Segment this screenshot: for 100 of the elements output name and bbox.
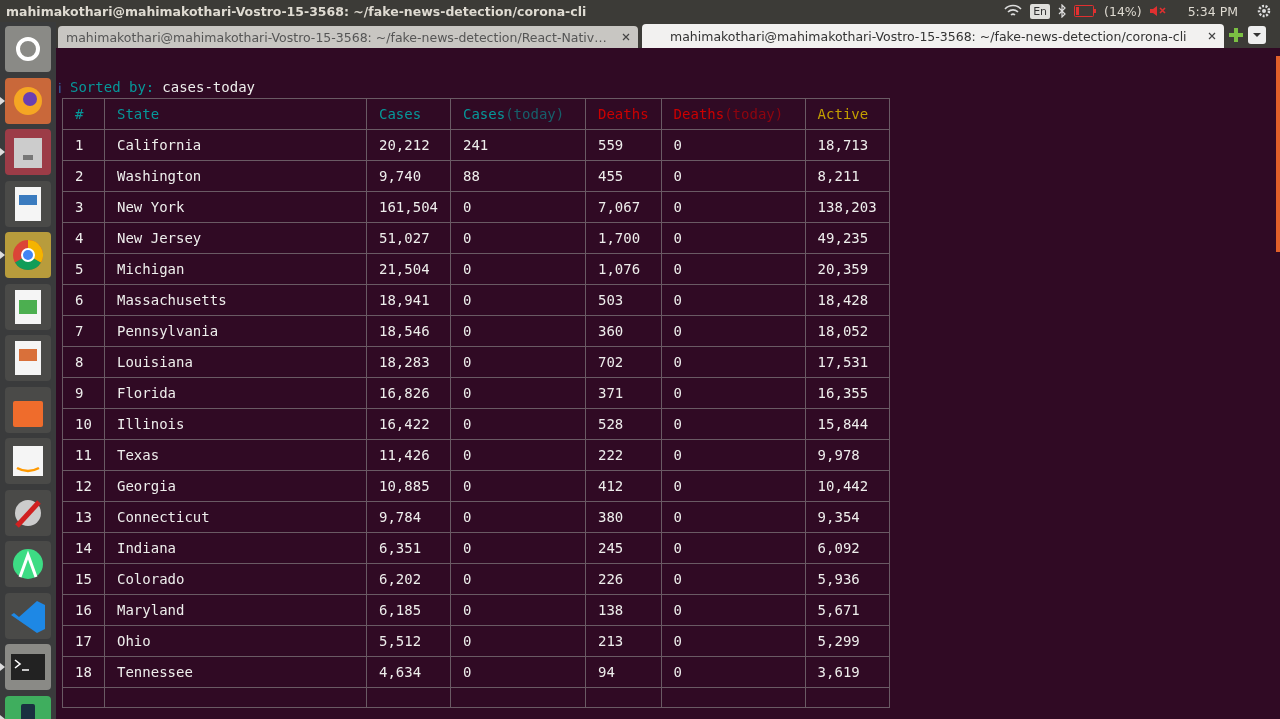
table-cell: 5,936 <box>805 563 890 595</box>
table-cell: 13 <box>62 501 105 533</box>
table-cell: 3 <box>62 191 105 223</box>
table-cell: 6,202 <box>366 563 451 595</box>
table-cell: 0 <box>450 656 586 688</box>
table-cell: Pennsylvania <box>104 315 367 347</box>
dropdown-caret-icon[interactable] <box>1248 26 1266 44</box>
table-cell: 0 <box>661 222 806 254</box>
close-icon[interactable] <box>1208 32 1216 40</box>
table-cell: 0 <box>661 408 806 440</box>
table-cell: Illinois <box>104 408 367 440</box>
table-cell: 5,512 <box>366 625 451 657</box>
column-header: # <box>62 98 105 130</box>
document-icon[interactable] <box>5 180 51 227</box>
table-cell: Massachusetts <box>104 284 367 316</box>
table-cell: 0 <box>661 439 806 471</box>
bluetooth-icon[interactable] <box>1058 4 1067 18</box>
table-cell: 6,185 <box>366 594 451 626</box>
table-cell: 0 <box>450 532 586 564</box>
table-cell: 213 <box>585 625 662 657</box>
table-cell: 0 <box>450 284 586 316</box>
scrollbar-thumb[interactable] <box>1276 56 1280 252</box>
table-cell: 455 <box>585 160 662 192</box>
table-cell: 18,428 <box>805 284 890 316</box>
terminal-tab[interactable]: mahimakothari@mahimakothari-Vostro-15-3568: ~/fake-news-detection/corona-cli <box>642 24 1224 48</box>
table-cell: 245 <box>585 532 662 564</box>
table-cell: California <box>104 129 367 161</box>
table-cell: 161,504 <box>366 191 451 223</box>
table-cell: 9,978 <box>805 439 890 471</box>
file-cabinet-icon[interactable] <box>5 129 51 175</box>
table-cell: 0 <box>661 563 806 595</box>
table-cell: 88 <box>450 160 586 192</box>
table-cell: 0 <box>450 563 586 595</box>
table-cell: 6 <box>62 284 105 316</box>
clock[interactable]: 5:34 PM <box>1187 3 1238 19</box>
close-icon[interactable] <box>622 33 630 41</box>
table-cell: 2 <box>62 160 105 192</box>
table-cell: 9,740 <box>366 160 451 192</box>
column-header: Cases(today) <box>450 98 586 130</box>
table-cell: 18,941 <box>366 284 451 316</box>
table-cell: Florida <box>104 377 367 409</box>
table-cell: 0 <box>661 284 806 316</box>
table-cell: 412 <box>585 470 662 502</box>
table-cell: 3,619 <box>805 656 890 688</box>
table-cell: 20,212 <box>366 129 451 161</box>
terminal-tab[interactable]: mahimakothari@mahimakothari-Vostro-15-3568: ~/fake-news-detection/React-Nativ… <box>58 26 638 48</box>
column-header: Cases <box>366 98 451 130</box>
wifi-icon[interactable] <box>1004 4 1023 18</box>
table-cell: 0 <box>661 532 806 564</box>
table-cell: 16 <box>62 594 105 626</box>
terminal-icon[interactable] <box>5 644 51 690</box>
table-cell: 6,351 <box>366 532 451 564</box>
table-cell: New York <box>104 191 367 223</box>
table-cell: 5 <box>62 253 105 285</box>
table-cell: Maryland <box>104 594 367 626</box>
table-cell: 18,546 <box>366 315 451 347</box>
table-cell: 18 <box>62 656 105 688</box>
table-cell: 0 <box>450 408 586 440</box>
table-cell: 702 <box>585 346 662 378</box>
table-cell: 503 <box>585 284 662 316</box>
table-cell: 1,700 <box>585 222 662 254</box>
table-cell: 49,235 <box>805 222 890 254</box>
table-cell: 11 <box>62 439 105 471</box>
table-cell: 4,634 <box>366 656 451 688</box>
table-cell: 0 <box>661 625 806 657</box>
table-cell: 1 <box>62 129 105 161</box>
table-cell: 0 <box>450 470 586 502</box>
table-cell: 7 <box>62 315 105 347</box>
table-cell: 18,283 <box>366 346 451 378</box>
table-cell: Washington <box>104 160 367 192</box>
table-cell: Colorado <box>104 563 367 595</box>
column-header: Deaths(today) <box>661 98 806 130</box>
battery-percentage[interactable]: (14%) <box>1104 3 1142 19</box>
column-header: State <box>104 98 367 130</box>
table-cell: 0 <box>661 315 806 347</box>
power-gear-icon[interactable] <box>1256 3 1272 19</box>
table-cell: 0 <box>661 501 806 533</box>
table-cell: 0 <box>450 377 586 409</box>
table-cell: 138 <box>585 594 662 626</box>
table-cell: 15 <box>62 563 105 595</box>
table-cell: 0 <box>661 594 806 626</box>
plus-icon[interactable] <box>1228 27 1244 43</box>
table-cell: 0 <box>450 439 586 471</box>
table-cell: 226 <box>585 563 662 595</box>
table-cell: 528 <box>585 408 662 440</box>
table-cell: 0 <box>450 253 586 285</box>
table-cell: 16,422 <box>366 408 451 440</box>
table-cell: 16,826 <box>366 377 451 409</box>
column-header: Active <box>805 98 890 130</box>
table-cell: Tennessee <box>104 656 367 688</box>
table-cell: 241 <box>450 129 586 161</box>
battery-icon[interactable] <box>1074 5 1097 17</box>
table-cell: Georgia <box>104 470 367 502</box>
keyboard-layout-indicator[interactable]: En <box>1030 3 1051 19</box>
sorted-by-value: cases-today <box>162 79 255 95</box>
sorted-by-label: Sorted by: <box>70 79 155 95</box>
table-cell: 7,067 <box>585 191 662 223</box>
table-cell: 9,784 <box>366 501 451 533</box>
muted-speaker-icon[interactable] <box>1149 5 1168 17</box>
table-cell: 0 <box>450 594 586 626</box>
